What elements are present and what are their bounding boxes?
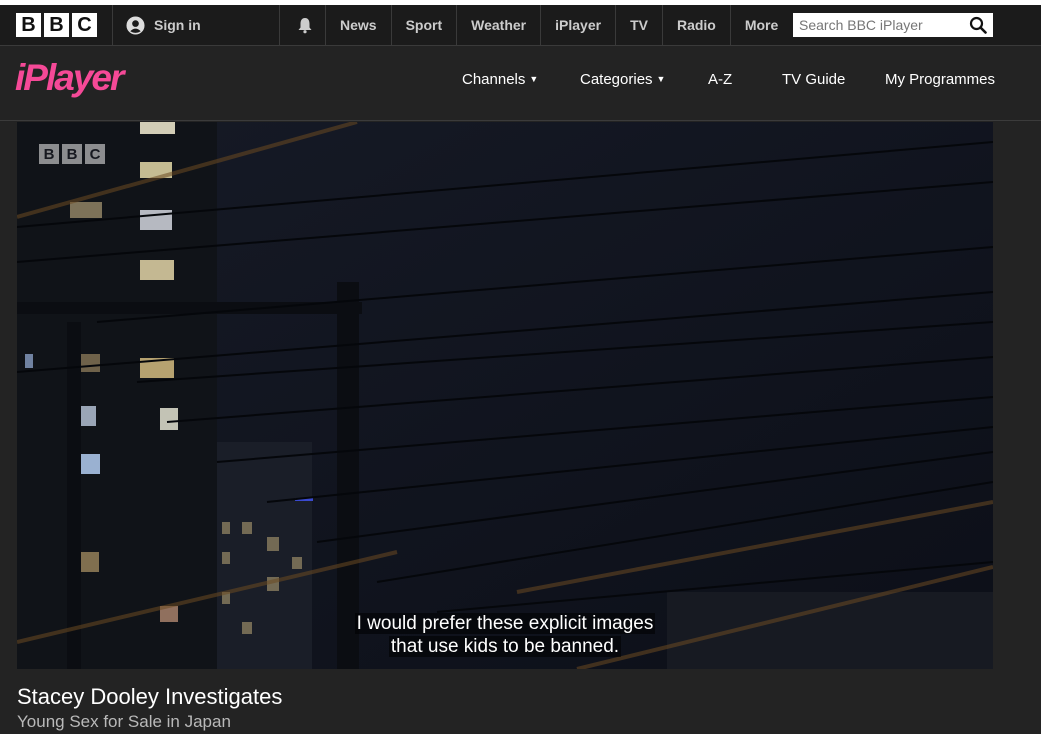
watermark-letter: B: [62, 144, 82, 164]
az-link[interactable]: A-Z: [708, 46, 732, 112]
subtitle-line-2: that use kids to be banned.: [388, 636, 622, 657]
sign-in-label: Sign in: [154, 17, 201, 33]
bbc-logo[interactable]: B B C: [16, 13, 97, 37]
bbc-watermark: B B C: [39, 144, 105, 164]
tv-guide-link[interactable]: TV Guide: [782, 46, 845, 112]
nav-news[interactable]: News: [326, 5, 392, 45]
caret-down-icon: ▼: [656, 74, 666, 84]
subtitle-line-1: I would prefer these explicit images: [354, 613, 656, 634]
channels-label: Channels: [462, 70, 526, 88]
nav-more[interactable]: More: [731, 5, 797, 45]
iplayer-header: iPlayer Channels ▼ Categories ▼ A-Z TV G…: [0, 46, 1041, 121]
nav-sport[interactable]: Sport: [392, 5, 458, 45]
episode-title: Young Sex for Sale in Japan: [17, 712, 231, 731]
sign-in-button[interactable]: Sign in: [112, 5, 280, 45]
nav-radio[interactable]: Radio: [663, 5, 731, 45]
user-icon: [126, 15, 145, 35]
nav-tv[interactable]: TV: [616, 5, 663, 45]
bbc-logo-letter: B: [44, 13, 69, 37]
programme-title[interactable]: Stacey Dooley Investigates: [17, 684, 282, 710]
bbc-logo-letter: C: [72, 13, 97, 37]
notifications-button[interactable]: [285, 5, 326, 45]
search-input[interactable]: [799, 15, 964, 35]
bbc-global-bar: B B C Sign in News Sport Weather iPlayer…: [0, 5, 1041, 46]
search-icon[interactable]: [969, 16, 987, 34]
bell-icon: [298, 18, 312, 34]
channels-menu[interactable]: Channels ▼: [462, 46, 538, 112]
bbc-logo-letter: B: [16, 13, 41, 37]
watermark-letter: C: [85, 144, 105, 164]
video-subtitles: I would prefer these explicit images tha…: [17, 612, 993, 658]
categories-label: Categories: [580, 70, 653, 88]
watermark-letter: B: [39, 144, 59, 164]
bbc-nav: News Sport Weather iPlayer TV Radio More: [326, 5, 817, 45]
iplayer-logo[interactable]: iPlayer: [15, 58, 124, 98]
video-player[interactable]: B B C I would prefer these explicit imag…: [17, 122, 993, 669]
nav-iplayer[interactable]: iPlayer: [541, 5, 617, 45]
search-box[interactable]: [793, 13, 993, 37]
my-programmes-link[interactable]: My Programmes: [885, 46, 995, 112]
nav-weather[interactable]: Weather: [457, 5, 542, 45]
categories-menu[interactable]: Categories ▼: [580, 46, 665, 112]
video-frame: [17, 122, 993, 669]
caret-down-icon: ▼: [529, 74, 539, 84]
